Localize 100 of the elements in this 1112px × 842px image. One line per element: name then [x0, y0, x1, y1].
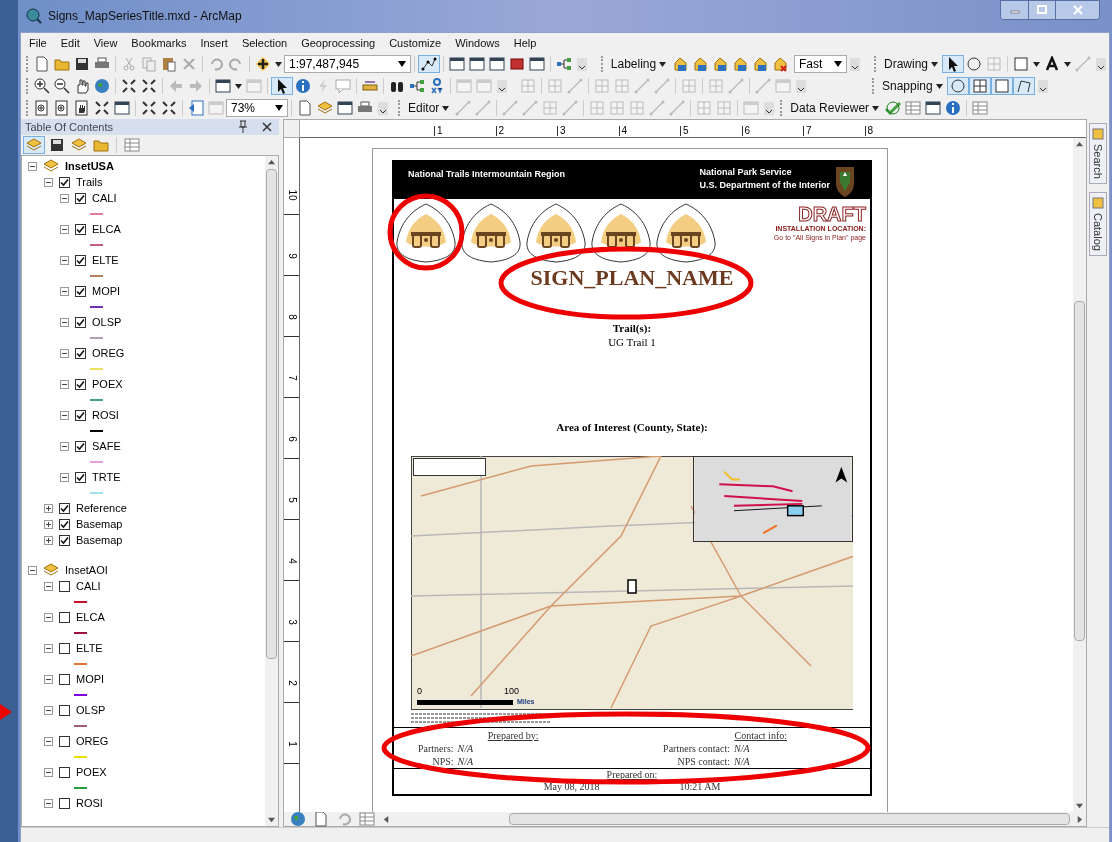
drawing-menu[interactable]: Drawing — [880, 55, 942, 73]
edge-snapping-icon[interactable] — [990, 77, 1013, 95]
circle-icon[interactable] — [966, 56, 982, 72]
caret-icon[interactable] — [235, 83, 242, 89]
checkbox[interactable] — [59, 673, 70, 685]
label-delete-icon[interactable] — [772, 56, 789, 72]
collapse-icon[interactable] — [44, 736, 53, 746]
scroll-down-arrow-icon[interactable] — [268, 816, 275, 823]
checkbox[interactable] — [75, 223, 86, 235]
layer-name[interactable]: Basemap — [76, 531, 123, 549]
menu-item[interactable]: Help — [513, 34, 537, 52]
checkbox[interactable] — [75, 409, 86, 421]
scroll-left-arrow-icon[interactable] — [383, 815, 390, 823]
collapse-icon[interactable] — [44, 767, 53, 777]
data-frame-name[interactable]: InsetUSA — [65, 157, 114, 175]
collapse-icon[interactable] — [60, 286, 69, 296]
collapse-icon[interactable] — [28, 565, 37, 575]
collapse-icon[interactable] — [60, 379, 69, 389]
collapse-icon[interactable] — [60, 224, 69, 234]
layer-name[interactable]: Basemap — [76, 515, 123, 533]
layer-name[interactable]: Reference — [76, 499, 127, 517]
scroll-up-arrow-icon[interactable] — [268, 159, 275, 166]
point-snapping-icon[interactable] — [946, 77, 969, 95]
collapse-icon[interactable] — [44, 581, 53, 591]
back-extent-icon[interactable] — [188, 100, 204, 116]
caret-icon[interactable] — [872, 105, 880, 111]
label-icon[interactable] — [672, 56, 689, 72]
layer-name[interactable]: SAFE — [92, 437, 121, 455]
paste-icon[interactable] — [161, 56, 177, 72]
layer-name[interactable]: TRTE — [92, 468, 121, 486]
new-document-icon[interactable] — [34, 56, 50, 72]
zoom-in-icon[interactable] — [34, 78, 50, 94]
label-icon[interactable] — [752, 56, 769, 72]
layer-name[interactable]: ELCA — [92, 220, 121, 238]
expand-icon[interactable] — [44, 535, 53, 545]
collapse-icon[interactable] — [60, 348, 69, 358]
collapse-icon[interactable] — [60, 472, 69, 482]
layer-name[interactable]: ROSI — [76, 794, 103, 812]
data-frame-name[interactable]: InsetAOI — [65, 561, 108, 579]
caret-icon[interactable] — [1033, 61, 1040, 67]
checkbox[interactable] — [59, 735, 70, 747]
collapse-icon[interactable] — [44, 798, 53, 808]
toolbar-options-icon[interactable] — [375, 100, 391, 116]
checkbox[interactable] — [59, 642, 70, 654]
scroll-right-arrow-icon[interactable] — [1076, 815, 1083, 823]
checkbox[interactable] — [75, 440, 86, 452]
checkbox[interactable] — [59, 797, 70, 809]
caret-icon[interactable] — [931, 61, 938, 67]
add-data-icon[interactable] — [255, 56, 271, 72]
checkbox[interactable] — [59, 704, 70, 716]
vertical-scrollbar[interactable] — [265, 156, 278, 826]
measure-icon[interactable] — [362, 78, 378, 94]
checkbox[interactable] — [59, 502, 70, 514]
labeling-menu[interactable]: Labeling — [606, 55, 671, 73]
collapse-icon[interactable] — [28, 161, 37, 171]
layer-name[interactable]: CALI — [76, 577, 101, 595]
caret-icon[interactable] — [935, 83, 943, 89]
scroll-up-arrow-icon[interactable] — [1076, 141, 1083, 148]
menu-item[interactable]: Edit — [60, 34, 80, 52]
caret-icon[interactable] — [659, 61, 667, 67]
zoom-in-arrows-icon[interactable] — [141, 100, 157, 116]
checkbox[interactable] — [59, 518, 70, 530]
collapse-icon[interactable] — [44, 612, 53, 622]
editor-toolbar-icon[interactable] — [418, 55, 441, 73]
data-view-icon[interactable] — [290, 811, 306, 827]
horizontal-scrollbar[interactable] — [509, 813, 1070, 825]
maximize-button[interactable] — [1028, 1, 1055, 19]
zoom-out-icon[interactable] — [54, 78, 70, 94]
zoom-out-arrows-icon[interactable] — [161, 100, 177, 116]
layer-name[interactable]: POEX — [76, 763, 107, 781]
caret-icon[interactable] — [275, 105, 283, 111]
zoom-out-arrows-icon[interactable] — [141, 78, 157, 94]
checkbox[interactable] — [59, 534, 70, 546]
menu-item[interactable]: View — [93, 34, 118, 52]
layer-name[interactable]: Trails — [76, 173, 103, 191]
caret-icon[interactable] — [442, 105, 450, 111]
checkbox[interactable] — [75, 254, 86, 266]
end-snapping-icon[interactable] — [1012, 77, 1035, 95]
menu-item[interactable]: Customize — [389, 34, 442, 52]
zoom-in-arrows-icon[interactable] — [121, 78, 137, 94]
collapse-icon[interactable] — [44, 177, 53, 187]
select-elements-icon[interactable] — [942, 55, 964, 73]
vertical-scrollbar[interactable] — [1073, 138, 1086, 812]
model-icon[interactable] — [556, 56, 573, 72]
checkbox[interactable] — [75, 192, 86, 204]
toolbar-options-icon[interactable] — [1093, 56, 1109, 72]
globe-icon[interactable] — [94, 78, 110, 94]
check-icon[interactable] — [885, 100, 902, 116]
checkbox[interactable] — [75, 471, 86, 483]
toolbar-options-icon[interactable] — [793, 78, 809, 94]
collapse-icon[interactable] — [44, 705, 53, 715]
layer-name[interactable]: ELTE — [92, 251, 119, 269]
collapse-icon[interactable] — [60, 193, 69, 203]
collapse-icon[interactable] — [60, 317, 69, 327]
checkbox[interactable] — [75, 347, 86, 359]
layer-name[interactable]: OLSP — [76, 701, 106, 719]
identify-icon[interactable] — [295, 78, 311, 94]
layer-name[interactable]: OREG — [92, 344, 125, 362]
pan-icon[interactable] — [74, 78, 90, 94]
layer-name[interactable]: MOPI — [92, 282, 121, 300]
